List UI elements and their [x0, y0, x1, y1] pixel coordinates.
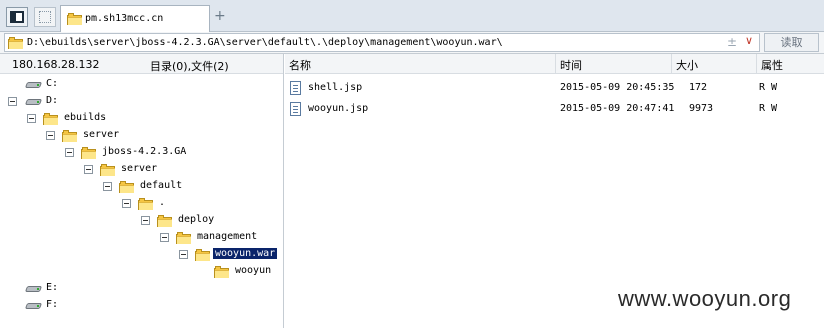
column-label: 属性	[761, 59, 783, 72]
file-icon	[290, 81, 301, 95]
tree-label: F:	[46, 299, 59, 310]
new-window-button[interactable]	[34, 7, 56, 27]
folder-icon	[214, 266, 230, 278]
drive-icon	[24, 96, 43, 106]
column-size-header[interactable]: 大小	[672, 54, 757, 74]
address-bar: D:\ebuilds\server\jboss-4.2.3.GA\server\…	[0, 32, 824, 54]
collapse-icon[interactable]	[8, 97, 17, 106]
watermark: www.wooyun.org	[618, 286, 792, 311]
dir-file-count: 目录(0),文件(2)	[150, 60, 229, 73]
collapse-icon[interactable]	[65, 148, 74, 157]
column-name-header[interactable]: 名称	[285, 54, 556, 74]
tree-header: 180.168.28.132 目录(0),文件(2)	[0, 54, 283, 74]
collapse-icon[interactable]	[122, 199, 131, 208]
file-attr: R W	[759, 103, 778, 114]
file-row[interactable]: shell.jsp 2015-05-09 20:45:35 172 R W	[285, 79, 824, 99]
tree-label-selected: wooyun.war	[211, 247, 279, 260]
drive-icon	[24, 300, 43, 310]
column-label: 大小	[676, 59, 698, 72]
file-name: shell.jsp	[308, 82, 363, 93]
tree-label: server	[121, 163, 158, 174]
tree-label: default	[140, 180, 183, 191]
folder-icon	[138, 198, 154, 210]
tree-label: jboss-4.2.3.GA	[102, 146, 187, 157]
tab-title: pm.sh13mcc.cn	[85, 13, 164, 24]
file-time: 2015-05-09 20:45:35	[560, 82, 675, 93]
folder-icon	[100, 164, 116, 176]
column-time-header[interactable]: 时间	[556, 54, 672, 74]
chevron-down-icon[interactable]: ∨	[745, 34, 753, 47]
file-size: 9973	[689, 103, 714, 114]
folder-icon	[62, 130, 78, 142]
column-label: 时间	[560, 59, 582, 72]
tree-label: C:	[46, 78, 59, 89]
drive-icon	[24, 79, 43, 89]
plus-minus-icon[interactable]: ±	[727, 35, 737, 49]
tree-label: server	[83, 129, 120, 140]
add-tab-button[interactable]: +	[214, 8, 226, 24]
window-icon	[39, 11, 51, 23]
tree-label: D:	[46, 95, 59, 106]
tab-bar: pm.sh13mcc.cn +	[0, 0, 824, 32]
tree-label: management	[197, 231, 258, 242]
path-input[interactable]: D:\ebuilds\server\jboss-4.2.3.GA\server\…	[4, 33, 760, 52]
column-attr-header[interactable]: 属性	[757, 54, 824, 74]
drive-icon	[24, 283, 43, 293]
tree-label: deploy	[178, 214, 215, 225]
path-text: D:\ebuilds\server\jboss-4.2.3.GA\server\…	[27, 37, 503, 48]
tab-active[interactable]: pm.sh13mcc.cn	[60, 5, 210, 32]
collapse-icon[interactable]	[141, 216, 150, 225]
read-button[interactable]: 读取	[764, 33, 819, 52]
file-row[interactable]: wooyun.jsp 2015-05-09 20:47:41 9973 R W	[285, 100, 824, 120]
folder-icon	[157, 215, 173, 227]
folder-icon	[8, 37, 24, 49]
file-time: 2015-05-09 20:47:41	[560, 103, 675, 114]
folder-open-icon	[195, 249, 211, 261]
file-icon	[290, 102, 301, 116]
tree-label: wooyun	[235, 265, 272, 276]
folder-icon	[81, 147, 97, 159]
collapse-icon[interactable]	[27, 114, 36, 123]
directory-tree-pane: 180.168.28.132 目录(0),文件(2) C: D: ebuilds…	[0, 54, 284, 328]
folder-icon	[43, 113, 59, 125]
panel-icon	[10, 11, 24, 23]
host-ip: 180.168.28.132	[12, 58, 100, 71]
folder-icon	[119, 181, 135, 193]
collapse-icon[interactable]	[160, 233, 169, 242]
tree-label: .	[159, 197, 166, 208]
tree-label: E:	[46, 282, 59, 293]
collapse-icon[interactable]	[103, 182, 112, 191]
column-label: 名称	[289, 59, 311, 72]
collapse-icon[interactable]	[84, 165, 93, 174]
collapse-icon[interactable]	[46, 131, 55, 140]
file-attr: R W	[759, 82, 778, 93]
file-size: 172	[689, 82, 708, 93]
file-name: wooyun.jsp	[308, 103, 369, 114]
tree-label: ebuilds	[64, 112, 107, 123]
folder-icon	[67, 13, 83, 25]
panel-toggle-button[interactable]	[6, 7, 28, 27]
collapse-icon[interactable]	[179, 250, 188, 259]
folder-icon	[176, 232, 192, 244]
